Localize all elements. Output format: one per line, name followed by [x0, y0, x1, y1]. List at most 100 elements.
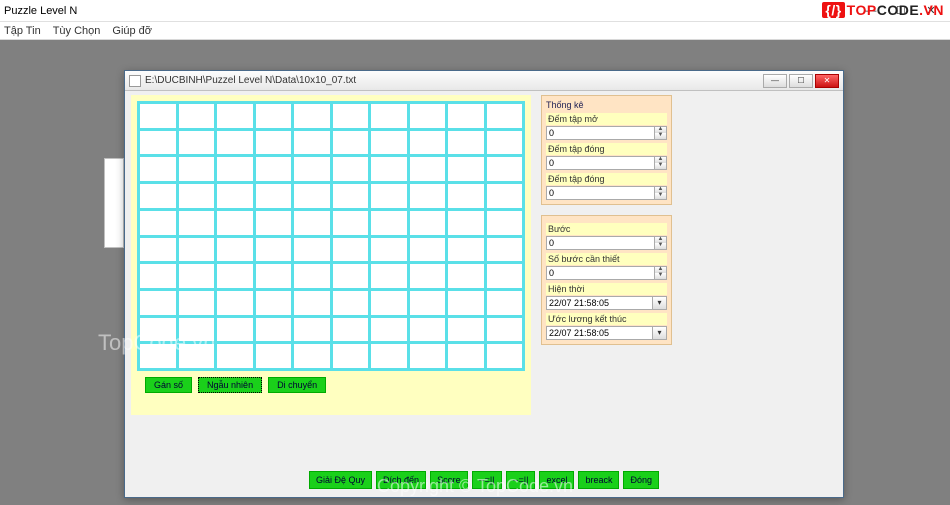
- grid-cell[interactable]: [371, 184, 407, 208]
- grid-cell[interactable]: [371, 344, 407, 368]
- grid-cell[interactable]: [294, 238, 330, 262]
- grid-cell[interactable]: [333, 157, 369, 181]
- grid-cell[interactable]: [256, 104, 292, 128]
- grid-cell[interactable]: [294, 291, 330, 315]
- grid-cell[interactable]: [333, 264, 369, 288]
- grid-cell[interactable]: [487, 211, 523, 235]
- grid-cell[interactable]: [333, 104, 369, 128]
- grid-cell[interactable]: [140, 238, 176, 262]
- grid-cell[interactable]: [487, 238, 523, 262]
- destination-button[interactable]: Đích đến: [376, 471, 426, 489]
- grid-cell[interactable]: [333, 344, 369, 368]
- step-input[interactable]: [547, 237, 654, 249]
- grid-cell[interactable]: [294, 131, 330, 155]
- step-spinner[interactable]: ▲▼: [546, 236, 667, 250]
- grid-cell[interactable]: [179, 157, 215, 181]
- grid-cell[interactable]: [333, 131, 369, 155]
- grid-cell[interactable]: [179, 238, 215, 262]
- random-button[interactable]: Ngẫu nhiên: [198, 377, 262, 393]
- grid-cell[interactable]: [410, 211, 446, 235]
- grid-cell[interactable]: [256, 264, 292, 288]
- grid-cell[interactable]: [410, 104, 446, 128]
- close-count-input[interactable]: [547, 157, 654, 169]
- grid-cell[interactable]: [487, 291, 523, 315]
- child-titlebar[interactable]: E:\DUCBINH\Puzzel Level N\Data\10x10_07.…: [125, 71, 843, 91]
- close2-count-spinner[interactable]: ▲▼: [546, 186, 667, 200]
- grid-cell[interactable]: [487, 131, 523, 155]
- break-button[interactable]: breack: [578, 471, 619, 489]
- grid-cell[interactable]: [448, 344, 484, 368]
- grid-cell[interactable]: [217, 184, 253, 208]
- grid-cell[interactable]: [217, 131, 253, 155]
- grid-cell[interactable]: [487, 157, 523, 181]
- grid-cell[interactable]: [294, 104, 330, 128]
- grid-cell[interactable]: [140, 211, 176, 235]
- grid-cell[interactable]: [294, 264, 330, 288]
- move-button[interactable]: Di chuyển: [268, 377, 326, 393]
- grid-cell[interactable]: [256, 238, 292, 262]
- grid-cell[interactable]: [333, 238, 369, 262]
- grid-cell[interactable]: [371, 291, 407, 315]
- menu-file[interactable]: Tập Tin: [4, 25, 41, 37]
- grid-cell[interactable]: [294, 184, 330, 208]
- eta-picker[interactable]: ▾: [546, 326, 667, 340]
- grid-cell[interactable]: [256, 211, 292, 235]
- grid-cell[interactable]: [448, 184, 484, 208]
- grid-cell[interactable]: [217, 157, 253, 181]
- grid-cell[interactable]: [448, 104, 484, 128]
- grid-cell[interactable]: [410, 238, 446, 262]
- grid-cell[interactable]: [256, 318, 292, 342]
- grid-cell[interactable]: [140, 104, 176, 128]
- grid-cell[interactable]: [448, 318, 484, 342]
- grid-cell[interactable]: [333, 291, 369, 315]
- grid-cell[interactable]: [217, 344, 253, 368]
- grid-cell[interactable]: [333, 211, 369, 235]
- close-count-spinner[interactable]: ▲▼: [546, 156, 667, 170]
- grid-cell[interactable]: [179, 104, 215, 128]
- grid-cell[interactable]: [487, 318, 523, 342]
- open-count-spinner[interactable]: ▲▼: [546, 126, 667, 140]
- grid-cell[interactable]: [448, 291, 484, 315]
- grid-cell[interactable]: [140, 344, 176, 368]
- grid-cell[interactable]: [410, 131, 446, 155]
- grid-cell[interactable]: [333, 184, 369, 208]
- menu-options[interactable]: Tùy Chọn: [53, 25, 101, 37]
- grid-cell[interactable]: [217, 211, 253, 235]
- grid-cell[interactable]: [179, 184, 215, 208]
- solve-recursive-button[interactable]: Giải Đệ Quy: [309, 471, 372, 489]
- close2-count-input[interactable]: [547, 187, 654, 199]
- grid-cell[interactable]: [487, 264, 523, 288]
- grid-cell[interactable]: [294, 318, 330, 342]
- grid-cell[interactable]: [217, 104, 253, 128]
- grid-cell[interactable]: [294, 211, 330, 235]
- grid-cell[interactable]: [179, 318, 215, 342]
- grid-cell[interactable]: [256, 131, 292, 155]
- grid-cell[interactable]: [371, 318, 407, 342]
- grid-cell[interactable]: [410, 344, 446, 368]
- grid-cell[interactable]: [179, 344, 215, 368]
- child-max-button[interactable]: ☐: [789, 74, 813, 88]
- grid-cell[interactable]: [410, 157, 446, 181]
- grid-cell[interactable]: [371, 238, 407, 262]
- calendar-icon[interactable]: ▾: [652, 297, 666, 309]
- grid-cell[interactable]: [140, 131, 176, 155]
- current-time-input[interactable]: [547, 297, 652, 309]
- assign-number-button[interactable]: Gán số: [145, 377, 192, 393]
- grid-cell[interactable]: [140, 318, 176, 342]
- grid-cell[interactable]: [294, 344, 330, 368]
- grid-cell[interactable]: [448, 211, 484, 235]
- grid-cell[interactable]: [294, 157, 330, 181]
- grid-cell[interactable]: [410, 184, 446, 208]
- menu-help[interactable]: Giúp đỡ: [112, 25, 152, 37]
- grid-cell[interactable]: [448, 157, 484, 181]
- grid-cell[interactable]: [179, 211, 215, 235]
- grid-cell[interactable]: [448, 238, 484, 262]
- grid-cell[interactable]: [140, 291, 176, 315]
- grid-cell[interactable]: [140, 157, 176, 181]
- grid-cell[interactable]: [371, 211, 407, 235]
- calendar-icon[interactable]: ▾: [652, 327, 666, 339]
- misc-button-2[interactable]: --=||: [506, 471, 536, 489]
- grid-cell[interactable]: [256, 157, 292, 181]
- close-button[interactable]: Đóng: [623, 471, 659, 489]
- grid-cell[interactable]: [333, 318, 369, 342]
